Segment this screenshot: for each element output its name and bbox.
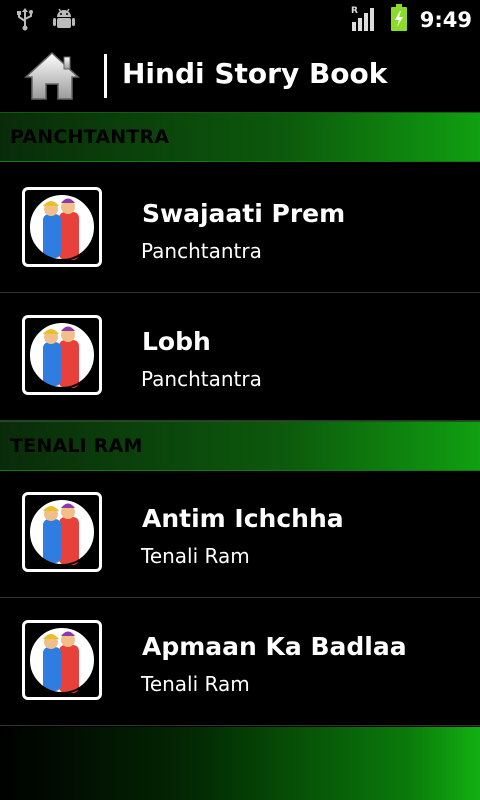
story-thumbnail [22,315,102,395]
list-item[interactable]: Swajaati Prem Panchtantra [0,165,480,293]
story-thumbnail [22,620,102,700]
story-category: Panchtantra [141,239,262,263]
section-label: PANCHTANTRA [10,126,170,148]
story-title: Swajaati Prem [142,199,346,228]
story-illustration-icon [28,193,96,261]
list-item[interactable]: Apmaan Ka Badlaa Tenali Ram [0,598,480,726]
story-title: Antim Ichchha [142,504,344,533]
story-title: Lobh [142,327,211,356]
battery-charging-icon [390,4,408,36]
story-illustration-icon [28,321,96,389]
story-category: Tenali Ram [141,544,250,568]
clock: 9:49 [419,8,472,32]
app-bar: Hindi Story Book [0,38,480,112]
story-illustration-icon [28,626,96,694]
home-button[interactable] [24,50,80,102]
android-debug-icon [52,6,76,36]
story-illustration-icon [28,498,96,566]
section-header-panchtantra: PANCHTANTRA [0,112,480,162]
usb-icon [14,6,36,36]
section-header-tenali-ram: TENALI RAM [0,421,480,471]
story-thumbnail [22,492,102,572]
footer-banner[interactable] [0,727,480,800]
section-label: TENALI RAM [10,435,143,457]
title-divider [104,54,107,98]
story-thumbnail [22,187,102,267]
svg-text:R: R [351,6,358,16]
story-category: Panchtantra [141,367,262,391]
signal-roaming-icon: R [350,4,378,36]
story-title: Apmaan Ka Badlaa [142,632,407,661]
list-item[interactable]: Antim Ichchha Tenali Ram [0,470,480,598]
home-icon [24,51,80,106]
story-category: Tenali Ram [141,672,250,696]
list-item[interactable]: Lobh Panchtantra [0,293,480,421]
status-bar: R 9:49 [0,0,480,38]
app-title: Hindi Story Book [122,57,388,90]
